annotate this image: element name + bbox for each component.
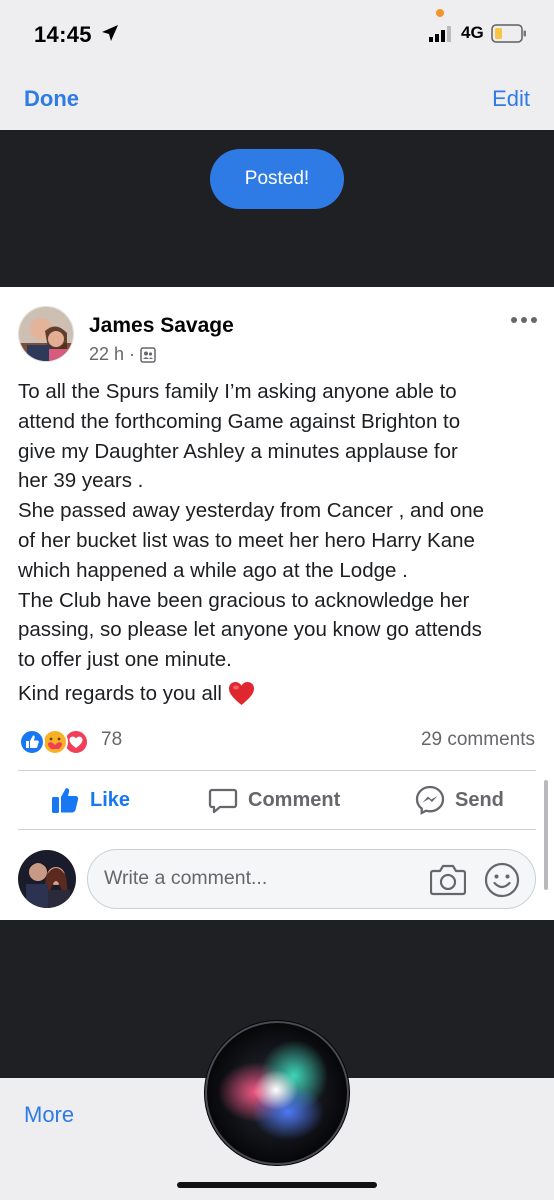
post-body: To all the Spurs family I’m asking anyon… — [18, 377, 540, 675]
comments-count[interactable]: 29 comments — [421, 729, 535, 751]
post-line: to offer just one minute. — [18, 648, 232, 672]
current-user-avatar-image — [18, 850, 76, 908]
thumbs-up-icon — [52, 788, 79, 813]
battery-low-icon — [491, 24, 526, 43]
done-button[interactable]: Done — [24, 86, 79, 112]
post-line: which happened a while ago at the Lodge … — [18, 558, 408, 582]
camera-icon[interactable] — [430, 862, 466, 896]
status-time: 14:45 — [34, 22, 92, 47]
edit-button[interactable]: Edit — [492, 86, 530, 112]
post-meta: 22 h · — [89, 344, 156, 365]
post-line: attend the forthcoming Game against Brig… — [18, 409, 461, 433]
post-closing: Kind regards to you all — [18, 681, 255, 706]
home-indicator — [177, 1182, 377, 1188]
author-avatar-image — [19, 307, 73, 361]
status-bar: 14:45 4G — [0, 0, 554, 70]
post-line: passing, so please let anyone you know g… — [18, 618, 482, 642]
messenger-icon — [415, 785, 445, 815]
siri-orb[interactable] — [204, 1020, 350, 1166]
post-line: The Club have been gracious to acknowled… — [18, 588, 470, 612]
comment-bubble-icon — [208, 788, 238, 814]
location-arrow-icon — [102, 25, 118, 41]
post-line: give my Daughter Ashley a minutes applau… — [18, 439, 458, 463]
send-button[interactable]: Send — [415, 785, 504, 815]
like-icon — [19, 729, 45, 755]
comment-button[interactable]: Comment — [208, 785, 340, 815]
comment-input[interactable] — [104, 867, 404, 890]
post-line: To all the Spurs family I’m asking anyon… — [18, 380, 457, 403]
comment-composer[interactable] — [87, 849, 536, 909]
divider — [18, 770, 536, 771]
author-name[interactable]: James Savage — [89, 314, 234, 338]
post-line: of her bucket list was to meet her hero … — [18, 528, 475, 552]
author-avatar[interactable] — [18, 306, 74, 362]
like-button[interactable]: Like — [50, 785, 130, 815]
comment-label: Comment — [248, 788, 341, 811]
reactions-summary[interactable] — [18, 728, 90, 756]
signal-bars-icon — [429, 26, 451, 42]
red-heart-icon — [228, 682, 254, 705]
divider — [18, 829, 536, 830]
closing-text: Kind regards to you all — [18, 681, 222, 705]
privacy-indicator — [436, 9, 444, 17]
more-button[interactable]: More — [24, 1102, 74, 1128]
current-user-avatar[interactable] — [18, 850, 76, 908]
network-label: 4G — [461, 23, 484, 42]
siri-icon — [204, 1020, 350, 1166]
emoji-icon[interactable] — [484, 862, 520, 898]
nav-bar: Done Edit — [0, 70, 554, 130]
posted-banner: Posted! — [210, 149, 344, 209]
like-label: Like — [90, 788, 131, 811]
scrollbar-thumb[interactable] — [544, 780, 548, 890]
friends-icon — [140, 346, 156, 363]
reaction-count[interactable]: 78 — [101, 729, 122, 751]
care-icon — [42, 729, 68, 755]
send-label: Send — [455, 788, 504, 811]
post-line: She passed away yesterday from Cancer , … — [18, 499, 485, 523]
post-time[interactable]: 22 h · — [89, 344, 135, 365]
post-line: her 39 years . — [18, 469, 144, 493]
more-options-icon[interactable] — [510, 310, 538, 330]
